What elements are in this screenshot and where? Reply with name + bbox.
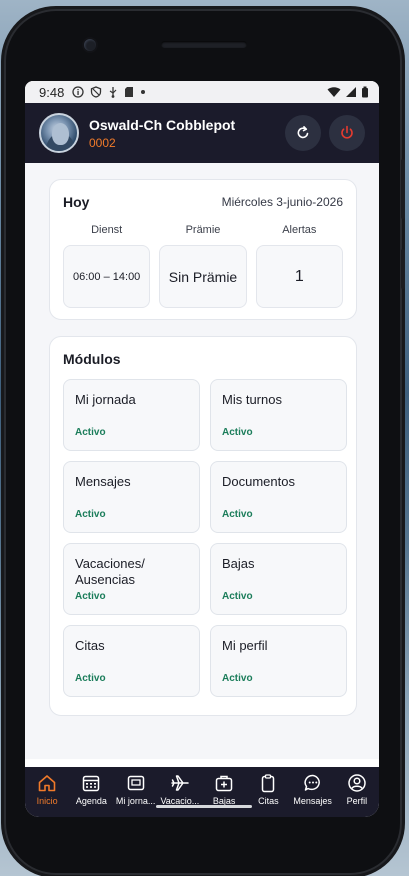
today-date: Miércoles 3-junio-2026: [221, 195, 343, 209]
phone-frame: 9:48 Oswald-Ch Cobblepot 0002 Hoy Miérco…: [4, 9, 405, 875]
nav-label: Inicio: [36, 796, 58, 806]
power-icon: [341, 125, 353, 139]
nav-label: Perfil: [346, 796, 368, 806]
module-status: Activo: [75, 591, 106, 602]
module-mi-jornada[interactable]: Mi jornada Activo: [63, 379, 200, 451]
stat-label: Dienst: [91, 224, 123, 236]
earpiece-speaker: [161, 41, 247, 48]
bottom-nav: Inicio Agenda Mi jorna... Vacacio... Baj…: [25, 767, 379, 817]
stat-value-box: 06:00 – 14:00: [63, 245, 151, 308]
module-status: Activo: [222, 591, 253, 602]
user-info: Oswald-Ch Cobblepot 0002: [89, 117, 235, 150]
module-name: Documentos: [222, 474, 295, 489]
status-bar: 9:48: [25, 81, 379, 103]
user-name: Oswald-Ch Cobblepot: [89, 116, 236, 133]
usb-icon: [109, 87, 117, 98]
module-name: Bajas: [222, 556, 255, 571]
medical-bag-icon: [215, 775, 233, 792]
stat-alerts[interactable]: Alertas 1: [255, 224, 343, 308]
avatar[interactable]: [39, 113, 79, 153]
modules-title: Módulos: [63, 351, 121, 367]
app-header: Oswald-Ch Cobblepot 0002: [25, 103, 379, 163]
plane-icon: [171, 775, 189, 791]
clipboard-icon: [262, 774, 275, 793]
front-camera: [84, 39, 96, 51]
nav-item-agenda[interactable]: Agenda: [69, 773, 113, 806]
module-citas[interactable]: Citas Activo: [63, 625, 200, 697]
today-card: Hoy Miércoles 3-junio-2026 Dienst 06:00 …: [49, 179, 357, 320]
chat-icon: [304, 774, 320, 791]
module-name: Mi perfil: [222, 638, 268, 653]
battery-icon: [362, 86, 368, 98]
module-status: Activo: [75, 509, 106, 520]
module-name: Citas: [75, 638, 105, 653]
stat-value: 06:00 – 14:00: [73, 270, 141, 283]
notification-dot-icon: [141, 90, 146, 94]
nav-label: Citas: [258, 796, 279, 806]
stat-value-box: Sin Prämie: [159, 245, 247, 308]
nav-label: Mensajes: [293, 796, 332, 806]
module-name: Mi jornada: [75, 392, 136, 407]
refresh-icon: [297, 126, 309, 139]
module-name: Mensajes: [75, 474, 131, 489]
sd-card-icon: [125, 87, 134, 97]
today-title: Hoy: [63, 194, 90, 210]
module-status: Activo: [75, 673, 106, 684]
module-status: Activo: [222, 673, 253, 684]
main-content: Hoy Miércoles 3-junio-2026 Dienst 06:00 …: [25, 163, 379, 759]
nav-label: Mi jorna...: [115, 796, 156, 806]
nav-item-mi-jornada[interactable]: Mi jorna...: [114, 773, 158, 806]
refresh-button[interactable]: [285, 115, 321, 151]
nav-label: Agenda: [75, 796, 107, 806]
shield-icon: [91, 86, 102, 98]
volume-button: [401, 159, 405, 219]
stat-value: 1: [294, 267, 304, 285]
nav-item-mensajes[interactable]: Mensajes: [291, 773, 335, 806]
module-vacaciones[interactable]: Vacaciones/ Ausencias Activo: [63, 543, 200, 615]
module-mensajes[interactable]: Mensajes Activo: [63, 461, 200, 533]
logout-button[interactable]: [329, 115, 365, 151]
nav-item-inicio[interactable]: Inicio: [25, 773, 69, 806]
user-icon: [348, 774, 366, 792]
module-mis-turnos[interactable]: Mis turnos Activo: [210, 379, 347, 451]
module-bajas[interactable]: Bajas Activo: [210, 543, 347, 615]
user-id: 0002: [89, 135, 116, 150]
info-icon: [72, 86, 84, 98]
modules-grid: Mi jornada Activo Mis turnos Activo Mens…: [63, 379, 347, 697]
status-time: 9:48: [39, 84, 65, 100]
stat-value-box[interactable]: 1: [255, 245, 343, 308]
signal-icon: [346, 87, 356, 97]
home-icon: [38, 775, 56, 792]
wifi-icon: [327, 87, 341, 97]
nav-item-vacaciones[interactable]: Vacacio...: [158, 773, 202, 806]
module-name: Vacaciones/ Ausencias: [75, 556, 145, 587]
stat-shift: Dienst 06:00 – 14:00: [63, 224, 151, 308]
module-status: Activo: [222, 509, 253, 520]
calendar-icon: [83, 775, 100, 792]
module-name: Mis turnos: [222, 392, 282, 407]
app-screen: 9:48 Oswald-Ch Cobblepot 0002 Hoy Miérco…: [25, 81, 379, 817]
stat-value: Sin Prämie: [168, 268, 238, 285]
stat-bonus: Prämie Sin Prämie: [159, 224, 247, 308]
nav-item-perfil[interactable]: Perfil: [335, 773, 379, 806]
stat-label: Prämie: [185, 224, 221, 236]
power-button: [401, 249, 405, 289]
nav-item-citas[interactable]: Citas: [246, 773, 290, 806]
stat-label: Alertas: [282, 224, 317, 236]
nav-item-bajas[interactable]: Bajas: [202, 773, 246, 806]
gesture-bar: [156, 805, 252, 808]
modules-card: Módulos Mi jornada Activo Mis turnos Act…: [49, 336, 357, 716]
module-status: Activo: [222, 427, 253, 438]
module-status: Activo: [75, 427, 106, 438]
module-mi-perfil[interactable]: Mi perfil Activo: [210, 625, 347, 697]
clock-card-icon: [127, 775, 144, 791]
module-documentos[interactable]: Documentos Activo: [210, 461, 347, 533]
